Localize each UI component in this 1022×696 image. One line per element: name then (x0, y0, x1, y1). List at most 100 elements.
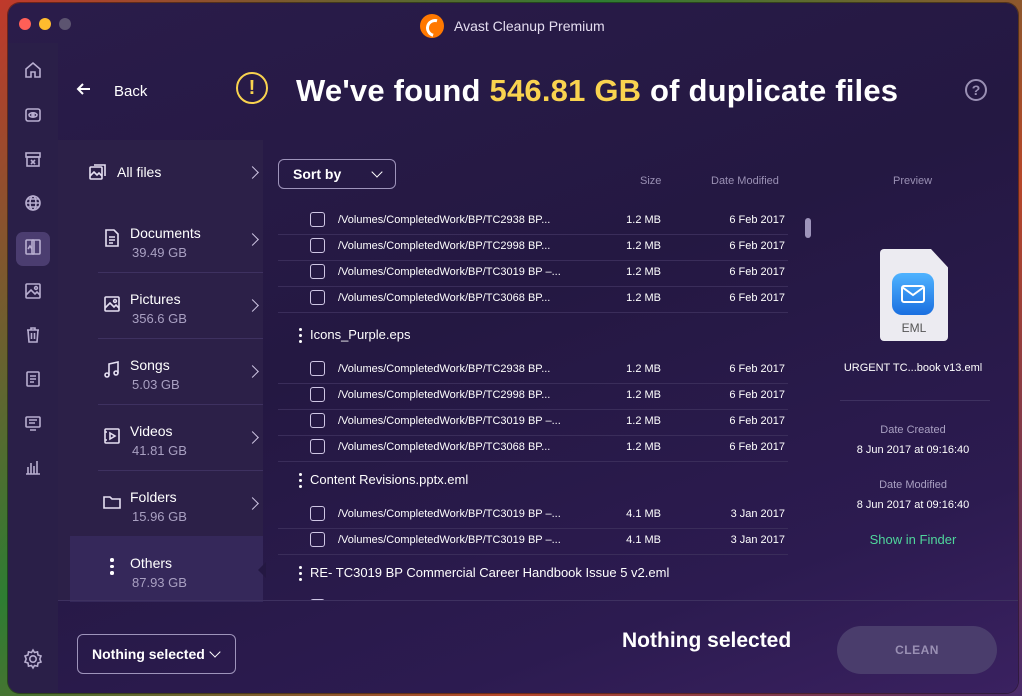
file-size: 4.1 MB (626, 508, 661, 520)
nav-cleanup[interactable] (16, 144, 50, 178)
file-date: 6 Feb 2017 (729, 240, 785, 252)
file-row[interactable]: /Volumes/CompletedWork/BP/TC3019 BP –...… (278, 260, 788, 287)
file-date: 6 Feb 2017 (729, 266, 785, 278)
file-checkbox[interactable] (310, 264, 325, 279)
category-pictures[interactable]: Pictures 356.6 GB (98, 272, 263, 339)
file-size: 1.2 MB (626, 389, 661, 401)
category-all-files[interactable]: All files (58, 140, 263, 206)
more-dots-icon[interactable] (290, 473, 310, 488)
file-checkbox[interactable] (310, 506, 325, 521)
picture-icon (102, 294, 122, 319)
date-modified-label: Date Modified (879, 479, 947, 491)
category-panel: All files Documents 39.49 GB Pictures 35… (58, 140, 263, 602)
help-icon[interactable]: ? (965, 79, 987, 101)
app-title-group: Avast Cleanup Premium (420, 14, 605, 38)
category-size: 87.93 GB (132, 575, 187, 590)
category-songs[interactable]: Songs 5.03 GB (98, 338, 263, 405)
sort-by-label: Sort by (293, 166, 342, 182)
nav-photos[interactable] (16, 276, 50, 310)
category-others[interactable]: Others 87.93 GB (70, 536, 263, 602)
list-scrollbar[interactable] (805, 218, 811, 238)
file-size: 4.1 MB (626, 534, 661, 546)
sort-by-dropdown[interactable]: Sort by (278, 159, 396, 189)
nav-browser[interactable] (16, 188, 50, 222)
duplicate-file-list: /Volumes/CompletedWork/BP/TC2938 BP... 1… (278, 208, 798, 600)
duplicate-files-icon (23, 237, 43, 262)
document-icon (102, 228, 122, 253)
nav-monitor[interactable] (16, 408, 50, 442)
file-checkbox[interactable] (310, 238, 325, 253)
file-date: 6 Feb 2017 (729, 292, 785, 304)
file-row[interactable]: /Volumes/CompletedWork/BP/TC3068 BP... 1… (278, 435, 788, 462)
file-path: /Volumes/CompletedWork/BP/TC3068 BP... (338, 441, 551, 453)
disk-eye-icon (23, 105, 43, 130)
file-checkbox[interactable] (310, 439, 325, 454)
file-checkbox[interactable] (310, 413, 325, 428)
file-row[interactable]: /Volumes/CompletedWork/BP/TC3019 BP –...… (278, 409, 788, 436)
file-date: 3 Jan 2017 (730, 534, 785, 546)
back-button[interactable]: Back (76, 81, 147, 101)
file-path: /Volumes/CompletedWork/BP/TC3019 BP –... (338, 415, 561, 427)
nav-home[interactable] (16, 55, 50, 89)
nav-scan[interactable] (16, 100, 50, 134)
column-header-size[interactable]: Size (640, 175, 661, 187)
file-row[interactable]: /Volumes/CompletedWork/BP/TC3019 BP –...… (278, 502, 788, 529)
show-in-finder-link[interactable]: Show in Finder (808, 532, 1018, 547)
more-dots-icon[interactable] (290, 328, 310, 343)
selection-dropdown[interactable]: Nothing selected (77, 634, 236, 674)
nav-list[interactable] (16, 364, 50, 398)
file-row[interactable]: /Volumes/CompletedWork/BP/TC3068 BP... 1… (278, 286, 788, 313)
file-row[interactable]: /Volumes/CompletedWork/BP/TC2938 BP... 1… (278, 357, 788, 384)
duplicate-group-header[interactable]: Icons_Purple.eps (290, 322, 770, 348)
photo-icon (23, 281, 43, 306)
duplicate-total-size: 546.81 GB (489, 73, 642, 108)
gear-icon (22, 648, 44, 674)
file-row[interactable]: /Volumes/CompletedWork/BP/TC2938 BP... 1… (278, 208, 788, 235)
chevron-right-icon (246, 299, 259, 312)
app-title: Avast Cleanup Premium (454, 18, 605, 34)
category-documents[interactable]: Documents 39.49 GB (98, 206, 263, 273)
folder-icon (102, 492, 122, 517)
file-row[interactable]: /Volumes/CompletedWork/BP/TC2998 BP... 1… (278, 383, 788, 410)
monitor-icon (23, 413, 43, 438)
file-size: 1.2 MB (626, 415, 661, 427)
file-checkbox[interactable] (310, 387, 325, 402)
date-created-label: Date Created (880, 424, 946, 436)
group-name: Content Revisions.pptx.eml (310, 472, 469, 487)
minimize-window-button[interactable] (39, 18, 51, 30)
chevron-right-icon (246, 497, 259, 510)
file-checkbox[interactable] (310, 290, 325, 305)
category-name: Videos (130, 423, 173, 439)
avast-logo-icon (420, 14, 444, 38)
clean-button[interactable]: CLEAN (837, 626, 997, 674)
preview-header: Preview (893, 175, 933, 187)
category-folders[interactable]: Folders 15.96 GB (98, 470, 263, 537)
app-window: Avast Cleanup Premium Back ! We've found… (8, 3, 1018, 693)
date-modified-value: 8 Jun 2017 at 09:16:40 (856, 499, 970, 511)
file-row[interactable]: /Volumes/CompletedWork/BP/TC3019 BP –...… (278, 528, 788, 555)
file-checkbox[interactable] (310, 212, 325, 227)
settings-button[interactable] (22, 648, 44, 675)
file-path: /Volumes/CompletedWork/BP/TC3019 BP –... (338, 534, 561, 546)
nav-duplicates[interactable] (16, 232, 50, 266)
close-window-button[interactable] (19, 18, 31, 30)
duplicate-group-header[interactable]: Content Revisions.pptx.eml (290, 467, 770, 493)
file-path: /Volumes/CompletedWork/BP/TC3068 BP... (338, 292, 551, 304)
file-row[interactable]: /Volumes/CompletedWork/BP/TC2998 BP... 1… (278, 234, 788, 261)
more-dots-icon[interactable] (290, 566, 310, 581)
file-path: /Volumes/CompletedWork/BP/TC2938 BP... (338, 363, 551, 375)
file-checkbox[interactable] (310, 532, 325, 547)
nav-stats[interactable] (16, 452, 50, 486)
list-document-icon (23, 369, 43, 394)
category-size: 39.49 GB (132, 245, 187, 260)
trash-icon (23, 325, 43, 350)
column-header-date[interactable]: Date Modified (711, 175, 779, 187)
zoom-window-button[interactable] (59, 18, 71, 30)
category-videos[interactable]: Videos 41.81 GB (98, 404, 263, 471)
category-size: 356.6 GB (132, 311, 187, 326)
duplicate-group-header[interactable]: RE- TC3019 BP Commercial Career Handbook… (290, 560, 770, 586)
file-checkbox[interactable] (310, 361, 325, 376)
preview-file-name: URGENT TC...book v13.eml (843, 362, 983, 374)
nav-trash[interactable] (16, 320, 50, 354)
file-path: /Volumes/CompletedWork/BP/TC2998 BP... (338, 240, 551, 252)
